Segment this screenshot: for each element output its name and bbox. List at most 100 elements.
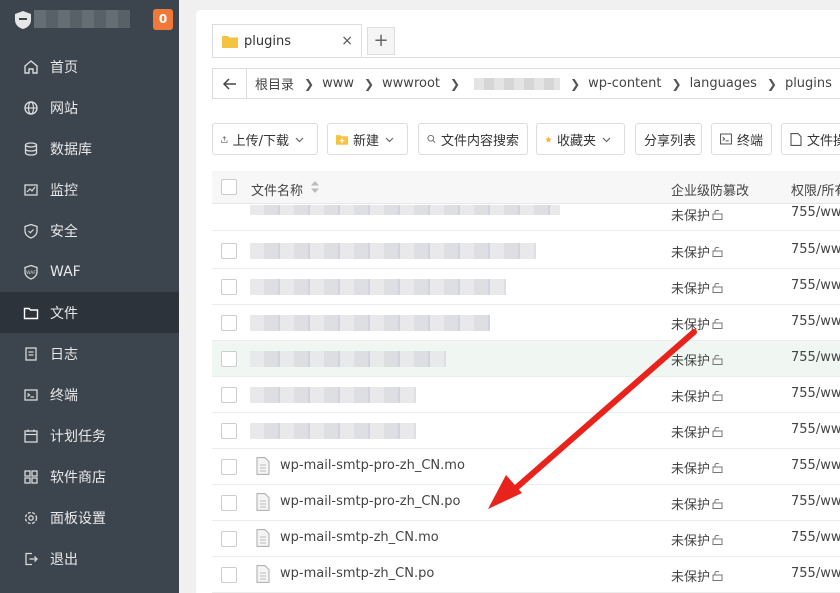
sidebar-item-files[interactable]: 文件 <box>0 292 179 333</box>
permission-value[interactable]: 755/www <box>791 458 840 473</box>
permission-value[interactable]: 755/www <box>791 422 840 437</box>
lock-open-icon[interactable] <box>712 570 723 581</box>
sidebar-item-monitor[interactable]: 监控 <box>0 169 179 210</box>
row-checkbox[interactable] <box>221 495 237 511</box>
breadcrumb-item-redacted[interactable]: ❯ <box>468 77 580 91</box>
globe-icon <box>23 100 39 116</box>
sidebar-item-logs[interactable]: 日志 <box>0 333 179 374</box>
permission-value[interactable]: 755/www <box>791 278 840 293</box>
breadcrumb-item[interactable]: languages ❯ <box>690 76 777 91</box>
file-operations-button[interactable]: 文件操 <box>781 123 840 155</box>
sidebar-item-label: WAF <box>50 263 81 280</box>
column-header-protect: 企业级防篡改 <box>671 184 750 199</box>
log-icon <box>23 346 39 362</box>
row-checkbox[interactable] <box>221 459 237 475</box>
breadcrumb-item[interactable]: wp-content ❯ <box>588 76 681 91</box>
upload-download-button[interactable]: 上传/下载 <box>212 123 318 155</box>
row-checkbox[interactable] <box>221 243 237 259</box>
row-checkbox[interactable] <box>221 423 237 439</box>
permission-value[interactable]: 755/www <box>791 205 840 220</box>
file-name[interactable]: wp-mail-smtp-zh_CN.po <box>280 566 434 581</box>
table-row[interactable]: wp-mail-smtp-pro-zh_CN.mo 未保护 755/www <box>212 449 840 485</box>
permission-value[interactable]: 755/www <box>791 314 840 329</box>
permission-value[interactable]: 755/www <box>791 386 840 401</box>
redacted-filename <box>250 351 446 367</box>
new-button[interactable]: 新建 <box>327 123 408 155</box>
sidebar-item-cron[interactable]: 计划任务 <box>0 415 179 456</box>
lock-open-icon[interactable] <box>712 534 723 545</box>
lock-open-icon[interactable] <box>712 462 723 473</box>
close-icon[interactable]: × <box>341 33 353 49</box>
sidebar-item-logout[interactable]: 退出 <box>0 538 179 579</box>
table-row[interactable]: 未保护 755/www <box>212 377 840 413</box>
button-label: 文件操 <box>807 133 840 149</box>
protection-status: 未保护 <box>671 205 723 224</box>
table-row[interactable]: wp-mail-smtp-zh_CN.mo 未保护 755/www <box>212 521 840 557</box>
table-row[interactable]: wp-mail-smtp-pro-zh_CN.po 未保护 755/www <box>212 485 840 521</box>
lock-open-icon[interactable] <box>712 354 723 365</box>
file-name[interactable]: wp-mail-smtp-pro-zh_CN.mo <box>280 458 465 473</box>
permission-value[interactable]: 755/www <box>791 566 840 581</box>
breadcrumb-item[interactable]: www ❯ <box>322 76 374 91</box>
table-row[interactable]: 未保护 755/www <box>212 233 840 269</box>
star-icon <box>545 135 552 142</box>
lock-open-icon[interactable] <box>712 318 723 329</box>
lock-open-icon[interactable] <box>712 426 723 437</box>
sidebar-item-settings[interactable]: 面板设置 <box>0 497 179 538</box>
sidebar-item-waf[interactable]: WAF WAF <box>0 251 179 292</box>
select-all-checkbox[interactable] <box>221 179 237 195</box>
sidebar-item-terminal[interactable]: 终端 <box>0 374 179 415</box>
table-row[interactable]: 未保护 755/www <box>212 205 840 231</box>
row-checkbox[interactable] <box>221 531 237 547</box>
column-header-name[interactable]: 文件名称 <box>251 180 303 199</box>
sidebar-header: 0 <box>0 0 179 40</box>
file-name[interactable]: wp-mail-smtp-zh_CN.mo <box>280 530 439 545</box>
sidebar-item-store[interactable]: 软件商店 <box>0 456 179 497</box>
button-label: 终端 <box>736 133 763 149</box>
row-checkbox[interactable] <box>221 279 237 295</box>
terminal-button[interactable]: 终端 <box>711 123 772 155</box>
sort-icon[interactable] <box>310 179 320 195</box>
table-row[interactable]: 未保护 755/www <box>212 269 840 305</box>
table-row[interactable]: wp-mail-smtp-zh_CN.po 未保护 755/www <box>212 557 840 593</box>
notification-badge[interactable]: 0 <box>153 9 173 30</box>
favorites-button[interactable]: 收藏夹 <box>536 123 625 155</box>
tab-plugins[interactable]: plugins × <box>212 24 362 58</box>
breadcrumb-item[interactable]: plugins❯ <box>785 76 840 91</box>
row-checkbox[interactable] <box>221 351 237 367</box>
permission-value[interactable]: 755/www <box>791 530 840 545</box>
table-row[interactable]: 未保护 755/www <box>212 341 840 377</box>
folder-icon <box>222 36 238 48</box>
chevron-right-icon: ❯ <box>363 76 375 91</box>
permission-value[interactable]: 755/www <box>791 350 840 365</box>
lock-open-icon[interactable] <box>712 498 723 509</box>
table-row[interactable]: 未保护 755/www <box>212 305 840 341</box>
row-checkbox[interactable] <box>221 387 237 403</box>
chevron-right-icon: ❯ <box>766 76 777 91</box>
content-search-button[interactable]: 文件内容搜索 <box>418 123 528 155</box>
row-checkbox[interactable] <box>221 315 237 331</box>
breadcrumb-item[interactable]: 根目录 ❯ <box>255 74 314 94</box>
protection-status: 未保护 <box>671 494 723 513</box>
table-row[interactable]: 未保护 755/www <box>212 413 840 449</box>
permission-value[interactable]: 755/www <box>791 494 840 509</box>
file-icon <box>256 457 270 475</box>
column-header-permission: 权限/所有 <box>791 184 840 199</box>
file-icon <box>256 529 270 547</box>
lock-open-icon[interactable] <box>712 390 723 401</box>
permission-value[interactable]: 755/www <box>791 242 840 257</box>
lock-open-icon[interactable] <box>712 209 723 220</box>
lock-open-icon[interactable] <box>712 246 723 257</box>
breadcrumb-item[interactable]: wwwroot ❯ <box>382 76 460 91</box>
sidebar-item-security[interactable]: 安全 <box>0 210 179 251</box>
sidebar-item-website[interactable]: 网站 <box>0 87 179 128</box>
sidebar-item-database[interactable]: 数据库 <box>0 128 179 169</box>
lock-open-icon[interactable] <box>712 282 723 293</box>
row-checkbox[interactable] <box>221 567 237 583</box>
add-tab-button[interactable]: + <box>367 27 395 55</box>
sidebar-item-home[interactable]: 首页 <box>0 46 179 87</box>
file-name[interactable]: wp-mail-smtp-pro-zh_CN.po <box>280 494 461 509</box>
share-list-button[interactable]: 分享列表 <box>635 123 702 155</box>
back-button[interactable] <box>213 69 247 98</box>
protection-status: 未保护 <box>671 458 723 477</box>
